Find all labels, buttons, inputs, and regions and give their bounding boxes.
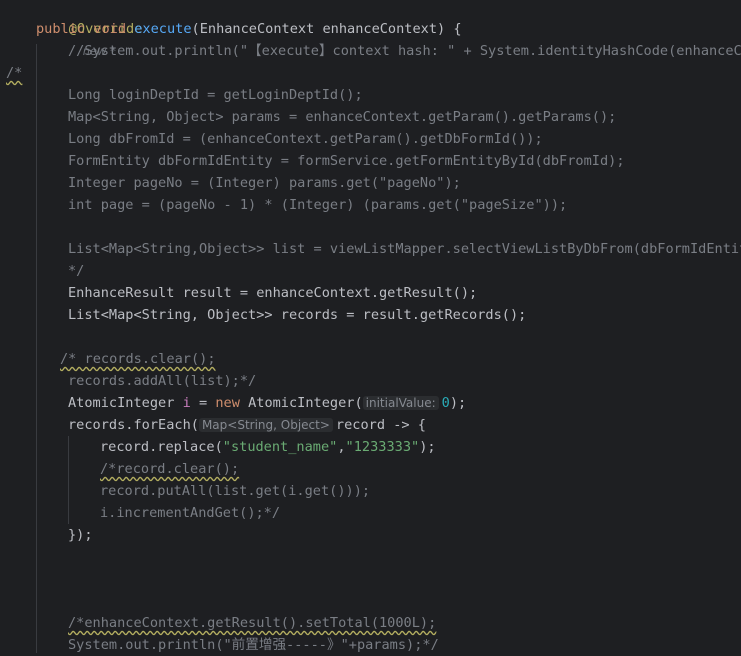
code-line: FormEntity dbFormIdEntity = formService.…	[68, 153, 625, 169]
code-line: });	[68, 527, 93, 543]
indent-guide	[36, 44, 37, 653]
code-line: /*	[6, 65, 23, 81]
code-line: EnhanceResult result = enhanceContext.ge…	[68, 285, 478, 301]
parameter-hint[interactable]: initialValue:	[362, 396, 439, 410]
code-line: Integer pageNo = (Integer) params.get("p…	[68, 175, 461, 191]
code-line: Long dbFromId = (enhanceContext.getParam…	[68, 131, 543, 147]
indent-guide	[68, 436, 69, 524]
code-line: int page = (pageNo - 1) * (Integer) (par…	[68, 197, 568, 213]
code-line: //System.out.println("【execute】context h…	[68, 43, 741, 59]
method-name: execute	[134, 21, 192, 37]
code-line: record.replace("student_name","1233333")…	[100, 439, 436, 455]
code-line: /* records.clear();	[60, 351, 216, 367]
code-line: @Override new *	[36, 0, 143, 58]
code-line: List<Map<String, Object>> records = resu…	[68, 307, 527, 323]
code-line: record.putAll(list.get(i.get()));	[100, 483, 371, 499]
code-line: Map<String, Object> params = enhanceCont…	[68, 109, 617, 125]
code-line: public void execute(EnhanceContext enhan…	[36, 21, 462, 37]
code-line: records.forEach(Map<String, Object> recor…	[68, 417, 426, 433]
code-line: */	[68, 263, 85, 279]
code-line: /*record.clear();	[100, 461, 240, 477]
code-line: Long loginDeptId = getLoginDeptId();	[68, 87, 363, 103]
code-line: records.addAll(list);*/	[68, 373, 257, 389]
code-line: /*enhanceContext.getResult().setTotal(10…	[68, 615, 437, 631]
code-editor[interactable]: @Override new * public void execute(Enha…	[0, 0, 741, 653]
code-line: AtomicInteger i = new AtomicInteger(init…	[68, 395, 467, 411]
type-hint[interactable]: Map<String, Object>	[198, 418, 333, 432]
code-line: i.incrementAndGet();*/	[100, 505, 281, 521]
code-line: List<Map<String,Object>> list = viewList…	[68, 241, 741, 257]
